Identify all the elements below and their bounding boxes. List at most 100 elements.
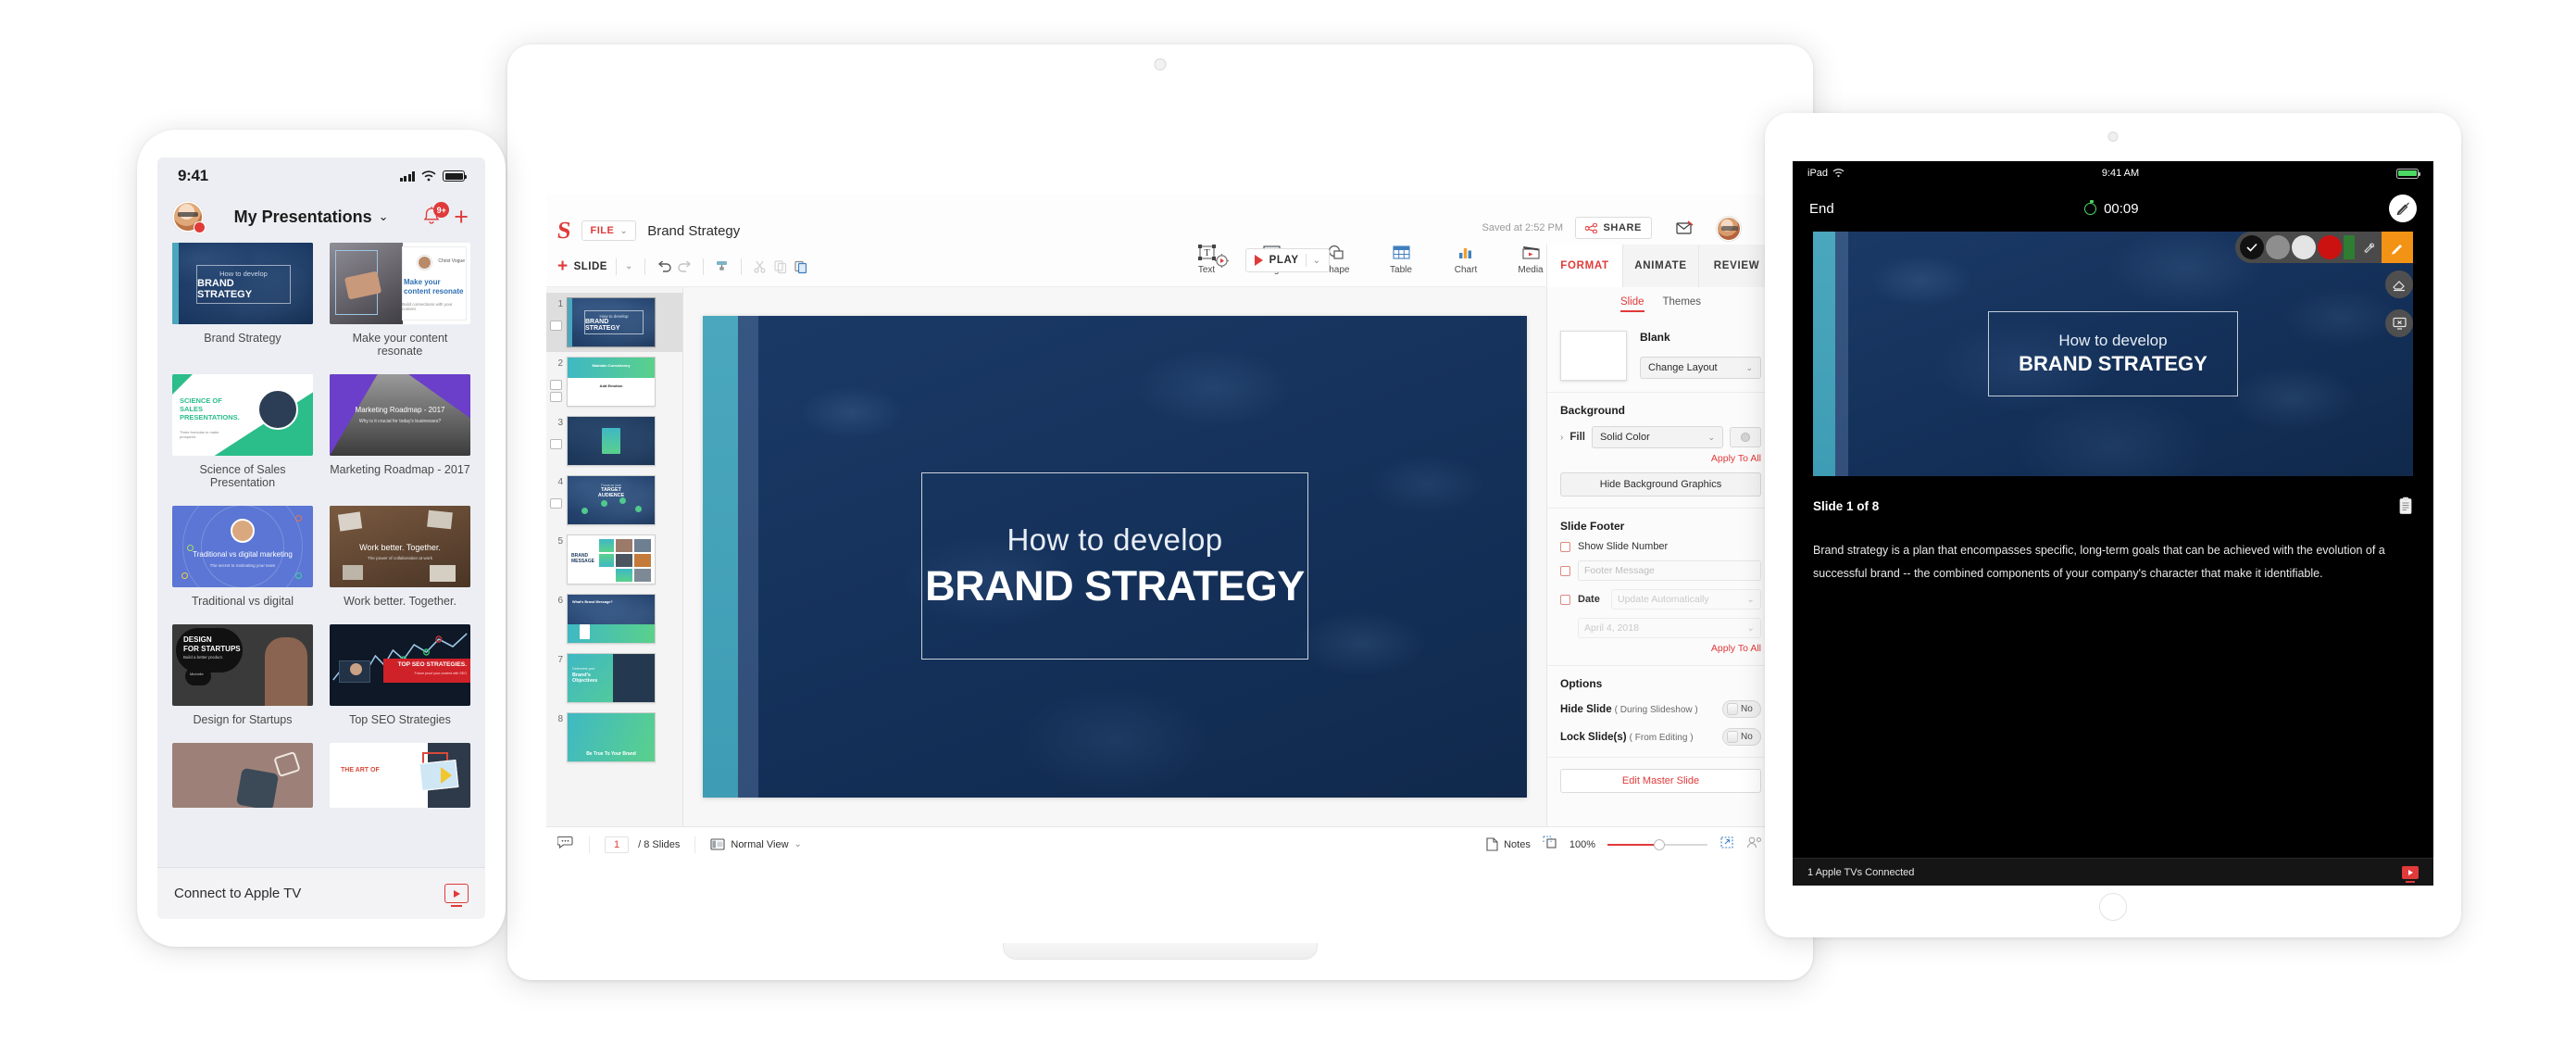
insert-chart-button[interactable]: Chart: [1444, 245, 1487, 275]
avatar[interactable]: [174, 203, 206, 233]
presentation-timer[interactable]: 00:09: [1834, 200, 2389, 217]
presenter-slide-preview[interactable]: How to develop BRAND STRATEGY: [1813, 232, 2413, 476]
color-swatch-black[interactable]: [2240, 235, 2264, 259]
notes-button[interactable]: Notes: [1486, 837, 1531, 851]
thumbnail-item[interactable]: 6 What's Brand Message?: [546, 589, 682, 648]
envelope-icon[interactable]: [1676, 220, 1694, 240]
apple-tv-icon[interactable]: [2402, 865, 2419, 883]
expand-icon[interactable]: [1719, 836, 1734, 854]
eraser-icon[interactable]: [2385, 270, 2413, 298]
thumbnail-item[interactable]: 4 Focus on your TARGET AUDIENCE: [546, 471, 682, 530]
zoom-handle[interactable]: [1654, 838, 1665, 850]
presentation-card[interactable]: SCIENCE OF SALES PRESENTATIONS. Three form…: [172, 374, 313, 500]
slide-text-frame[interactable]: How to develop BRAND STRATEGY: [921, 472, 1308, 660]
date-value-row[interactable]: April 4, 2018 ⌄: [1578, 618, 1761, 638]
pen-slash-icon[interactable]: [2389, 195, 2417, 222]
tab-animate[interactable]: ANIMATE: [1622, 245, 1698, 287]
fill-type-select[interactable]: Solid Color ⌄: [1591, 426, 1723, 448]
footer-message-row[interactable]: Footer Message: [1560, 560, 1761, 581]
presentation-card[interactable]: TOP SEO STRATEGIES. Future proof your co…: [330, 624, 470, 737]
show-slide-number-row[interactable]: Show Slide Number: [1560, 541, 1761, 552]
color-swatch-red[interactable]: [2318, 235, 2342, 259]
presentation-card[interactable]: How to develop BRAND STRATEGY Brand Stra…: [172, 243, 313, 369]
insert-table-button[interactable]: Table: [1380, 245, 1422, 275]
presentation-card[interactable]: Traditional vs digital marketing The sec…: [172, 506, 313, 619]
presentation-card[interactable]: DESIGN FOR STARTUPS Build a better produc…: [172, 624, 313, 737]
thumbnail-item[interactable]: 3: [546, 411, 682, 471]
presentation-card[interactable]: Marketing Roadmap - 2017 Why is it cruci…: [330, 374, 470, 500]
apply-to-all-footer[interactable]: Apply To All: [1560, 643, 1761, 654]
fit-to-slide-icon[interactable]: [1543, 835, 1557, 854]
laser-pointer-icon[interactable]: [2357, 235, 2381, 259]
view-mode-select[interactable]: Normal View ⌄: [710, 838, 802, 850]
notifications-button[interactable]: 9+: [420, 202, 450, 229]
scissors-icon[interactable]: [750, 257, 770, 277]
avatar[interactable]: [1717, 217, 1741, 241]
subtab-slide[interactable]: Slide: [1619, 296, 1644, 312]
current-slide[interactable]: How to develop BRAND STRATEGY: [703, 316, 1527, 798]
share-button[interactable]: SHARE: [1575, 217, 1652, 239]
pen-tool-strip[interactable]: [2235, 232, 2413, 263]
end-presentation-button[interactable]: End: [1809, 201, 1834, 217]
apple-tv-bar[interactable]: Connect to Apple TV: [157, 867, 485, 919]
change-layout-select[interactable]: Change Layout ⌄: [1640, 357, 1761, 379]
plus-icon[interactable]: +: [454, 204, 469, 230]
pen-icon[interactable]: [2382, 232, 2413, 263]
slide-thumbnail-panel[interactable]: 1 How to develop BRAND STRATEGY 2 Mainta…: [546, 287, 683, 826]
presentation-card[interactable]: Work better. Together. The power of coll…: [330, 506, 470, 619]
chevron-down-icon[interactable]: ⌄: [1313, 256, 1320, 266]
apple-tv-icon[interactable]: [444, 884, 469, 907]
paste-icon[interactable]: [791, 257, 811, 277]
gear-icon[interactable]: [194, 221, 206, 233]
paint-roller-icon[interactable]: [712, 257, 732, 277]
add-slide-button[interactable]: + SLIDE: [557, 258, 607, 275]
apply-to-all-background[interactable]: Apply To All: [1560, 453, 1761, 464]
date-row[interactable]: Date Update Automatically ⌄: [1560, 589, 1761, 610]
copy-icon[interactable]: [770, 257, 791, 277]
notes-clipboard-icon[interactable]: [2398, 497, 2413, 515]
thumbnail-item[interactable]: 8 Be True To Your Brand: [546, 708, 682, 767]
color-swatch-white[interactable]: [2292, 235, 2316, 259]
page-title[interactable]: My Presentations ⌄: [211, 207, 411, 227]
color-swatch-gray[interactable]: [2266, 235, 2290, 259]
thumbnail-item[interactable]: 5 BRAND MESSAGE: [546, 530, 682, 589]
thumbnail-item[interactable]: 7 Determine your Brand's Objectives: [546, 648, 682, 708]
redo-icon[interactable]: [674, 257, 694, 277]
undo-icon[interactable]: [654, 257, 674, 277]
zoom-slider[interactable]: [1607, 838, 1707, 850]
tab-format[interactable]: FORMAT: [1546, 245, 1622, 287]
subtab-themes[interactable]: Themes: [1663, 296, 1702, 312]
people-icon[interactable]: [1746, 836, 1763, 854]
presentation-card[interactable]: Christ Vogue Make your content resonate B…: [330, 243, 470, 369]
thumbnail-item[interactable]: 2 Maintain Consistency Add Emotion: [546, 352, 682, 411]
date-mode-select[interactable]: Update Automatically ⌄: [1611, 589, 1761, 610]
checkbox[interactable]: [1560, 565, 1570, 576]
hide-background-graphics-button[interactable]: Hide Background Graphics: [1560, 472, 1761, 497]
play-button[interactable]: PLAY ⌄: [1244, 248, 1330, 272]
presentation-card[interactable]: [172, 743, 313, 808]
current-slide-input[interactable]: 1: [605, 836, 630, 853]
edit-master-slide-button[interactable]: Edit Master Slide: [1560, 769, 1761, 793]
slide-options-chevron-icon[interactable]: ⌄: [625, 261, 632, 271]
checkbox[interactable]: [1560, 594, 1570, 605]
color-picker-icon[interactable]: [1730, 427, 1761, 447]
thumbnail-item[interactable]: 1 How to develop BRAND STRATEGY: [546, 293, 682, 352]
file-menu-button[interactable]: FILE ⌄: [581, 220, 637, 241]
monitor-x-icon[interactable]: [2385, 309, 2413, 337]
hide-slide-toggle[interactable]: No: [1722, 700, 1761, 718]
slide-canvas[interactable]: How to develop BRAND STRATEGY: [683, 287, 1546, 826]
apple-tv-status-bar[interactable]: 1 Apple TVs Connected: [1793, 858, 2433, 886]
gear-play-icon[interactable]: [1210, 248, 1234, 272]
color-swatch-green[interactable]: [2344, 235, 2355, 259]
lock-slide-toggle[interactable]: No: [1722, 728, 1761, 746]
home-button[interactable]: [2099, 893, 2127, 921]
checkbox[interactable]: [1560, 541, 1570, 552]
date-value-select[interactable]: April 4, 2018 ⌄: [1578, 618, 1761, 638]
footer-message-input[interactable]: Footer Message: [1578, 560, 1761, 581]
presentation-card[interactable]: THE ART OF: [330, 743, 470, 808]
tab-review[interactable]: REVIEW: [1698, 245, 1774, 287]
layout-preview[interactable]: [1560, 331, 1627, 381]
divider: [1305, 254, 1307, 267]
chevron-right-icon[interactable]: ›: [1560, 433, 1563, 443]
comment-icon[interactable]: [556, 835, 574, 854]
